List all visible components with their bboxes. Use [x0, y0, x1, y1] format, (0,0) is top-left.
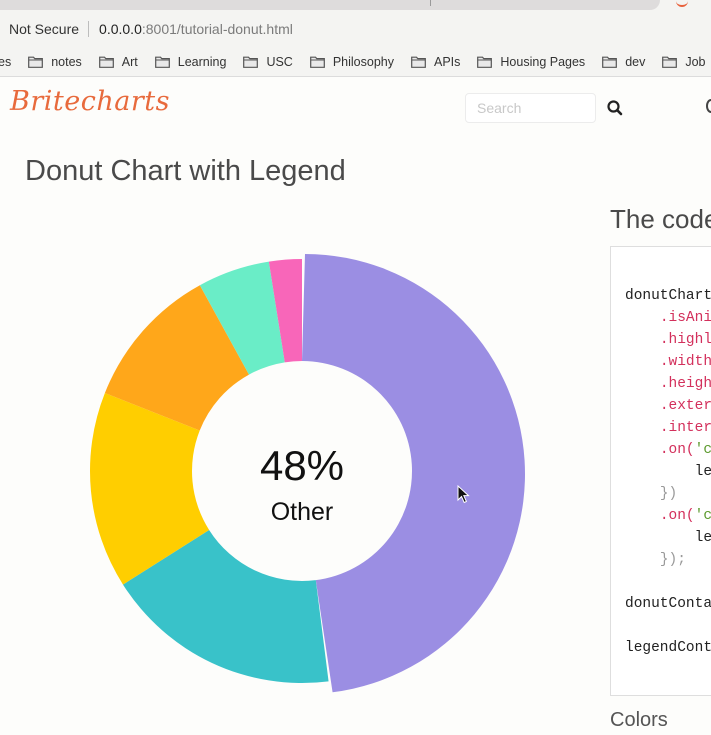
folder-icon: [243, 56, 259, 68]
bookmark-label: notes: [51, 55, 82, 69]
code-token: le: [625, 530, 711, 546]
bookmark-item[interactable]: Art: [98, 55, 138, 69]
bookmarks-bar: es notes Art Learning USC Philosophy APIs Housi…: [0, 48, 711, 77]
address-divider: [88, 21, 90, 37]
code-token: .on(: [659, 508, 695, 524]
code-line: .on('c: [625, 508, 711, 524]
code-token: });: [659, 552, 686, 568]
github-icon[interactable]: [706, 99, 711, 113]
code-line: .isAni: [625, 310, 711, 326]
folder-icon: [477, 56, 493, 68]
bookmark-item[interactable]: Learning: [154, 55, 227, 69]
bookmark-label: dev: [625, 55, 646, 69]
code-token: .inter: [659, 420, 711, 436]
code-token: donutConta: [625, 596, 711, 612]
donut-center-value: 48%: [260, 442, 344, 489]
search-icon[interactable]: [606, 99, 624, 117]
bookmark-item[interactable]: dev: [602, 55, 645, 69]
url-host[interactable]: 0.0.0.0: [99, 21, 142, 37]
bookmark-label: Art: [121, 55, 138, 69]
bookmark-item[interactable]: Philosophy: [309, 55, 394, 69]
code-token: legendCont: [625, 640, 711, 656]
code-token: .exter: [659, 398, 711, 414]
folder-icon: [98, 56, 114, 68]
page-title: Donut Chart with Legend: [25, 155, 346, 187]
code-line: .on('c: [625, 442, 711, 458]
bookmark-label: Philosophy: [332, 55, 394, 69]
colors-section-title: Colors: [610, 709, 668, 731]
code-line: .highl: [625, 332, 711, 348]
code-line: .exter: [625, 398, 711, 414]
folder-icon: [309, 56, 325, 68]
tab-separator: [430, 0, 431, 6]
bookmark-label: Job: [685, 55, 706, 69]
code-line: le: [625, 464, 711, 480]
folder-icon: [154, 56, 170, 68]
code-token: .on(: [659, 442, 695, 458]
code-line: .inter: [625, 420, 711, 436]
donut-chart[interactable]: 48% Other: [82, 246, 532, 706]
code-line: donutConta: [625, 596, 711, 612]
code-token: }): [659, 486, 678, 502]
search-input[interactable]: [465, 93, 596, 123]
bookmark-item[interactable]: USC: [243, 55, 293, 69]
folder-icon: [28, 56, 44, 68]
browser-menu-icon[interactable]: [676, 0, 688, 7]
bookmark-label: es: [0, 55, 12, 69]
browser-toolbar: Not Secure 0.0.0.0:8001/tutorial-donut.h…: [0, 0, 711, 48]
security-indicator[interactable]: Not Secure: [9, 21, 79, 37]
code-line: donutChart: [625, 288, 711, 304]
code-block[interactable]: donutChart .isAni .highl .width .heigh .…: [610, 246, 711, 696]
bookmark-item[interactable]: Housing Pages: [477, 55, 585, 69]
bookmark-label: USC: [266, 55, 293, 69]
bookmark-label: APIs: [434, 55, 461, 69]
tab-strip: [0, 0, 660, 10]
bookmark-item[interactable]: notes: [28, 55, 82, 69]
code-line: legendCont: [625, 640, 711, 656]
code-line: le: [625, 530, 711, 546]
code-token: donutChart: [625, 288, 711, 304]
folder-icon: [602, 56, 618, 68]
bookmark-item[interactable]: es: [0, 55, 11, 69]
bookmark-label: Housing Pages: [500, 55, 586, 69]
bookmark-item[interactable]: APIs: [411, 55, 460, 69]
code-listing[interactable]: donutChart .isAni .highl .width .heigh .…: [625, 285, 711, 659]
code-line: .width: [625, 354, 711, 370]
folder-icon: [411, 56, 426, 68]
code-token: .isAni: [659, 310, 711, 326]
code-section-title: The code: [610, 204, 711, 234]
code-token: le: [625, 464, 711, 480]
folder-icon: [662, 56, 678, 68]
address-bar[interactable]: Not Secure 0.0.0.0:8001/tutorial-donut.h…: [0, 18, 293, 40]
code-token: 'c: [694, 442, 711, 458]
britecharts-logo[interactable]: Britecharts: [10, 86, 170, 117]
code-token: .width: [659, 354, 711, 370]
code-token: .highl: [659, 332, 711, 348]
donut-center-label: Other: [271, 498, 334, 526]
code-token: 'c: [694, 508, 711, 524]
code-line: .heigh: [625, 376, 711, 392]
bookmark-item[interactable]: Job: [662, 55, 706, 69]
bookmark-label: Learning: [177, 55, 227, 69]
code-line: });: [625, 552, 686, 568]
code-line: }): [625, 486, 677, 502]
url-path[interactable]: :8001/tutorial-donut.html: [142, 21, 293, 37]
code-token: .heigh: [659, 376, 711, 392]
